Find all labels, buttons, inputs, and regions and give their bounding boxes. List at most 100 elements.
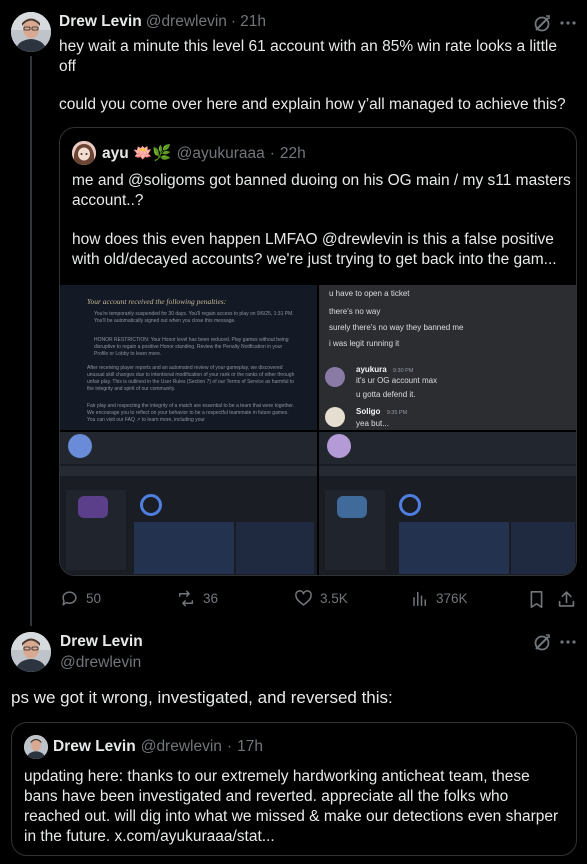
quote-timestamp[interactable]: 22h (280, 145, 306, 163)
chat-time: 9:35 PM (386, 410, 408, 416)
media-profile-screenshot-1[interactable] (60, 432, 317, 575)
author-name[interactable]: Drew Levin (59, 13, 142, 31)
chat-line: surely there's no way they banned me (329, 323, 464, 332)
quote-author-name[interactable]: ayu 🪷🌿 (102, 144, 172, 163)
more-icon[interactable] (560, 640, 576, 644)
quote-header: Drew Levin @drewlevin · 17h (53, 738, 263, 756)
repost-icon (176, 589, 196, 608)
tweet-text-line: hey wait a minute this level 61 account … (59, 38, 557, 55)
quote-avatar[interactable] (72, 141, 96, 165)
tweet-text-line: off (59, 58, 76, 75)
quote-text: updating here: thanks to our extremely h… (24, 767, 572, 847)
separator-dot: · (226, 738, 233, 755)
chat-message-header: Soligo 9:35 PM (356, 407, 407, 416)
quote-avatar-image (24, 735, 48, 759)
profile-icon (68, 434, 92, 458)
quote-author-handle[interactable]: @drewlevin (141, 738, 222, 756)
quote-author-handle[interactable]: @ayukuraaa (177, 145, 265, 163)
profile-match-list (511, 522, 575, 574)
quote-author-name[interactable]: Drew Levin (53, 738, 136, 756)
views-button[interactable]: 376K (411, 589, 468, 608)
chat-line: u have to open a ticket (329, 289, 410, 298)
author-name[interactable]: Drew Levin (60, 633, 143, 651)
penalty-title: Your account received the following pena… (87, 297, 227, 306)
chat-line: u gotta defend it. (356, 390, 416, 399)
avatar-image (11, 12, 51, 52)
chat-line: it's ur OG account max (356, 376, 438, 385)
chat-message-header: ayukura 9:30 PM (356, 365, 413, 374)
reply-button[interactable]: 50 (60, 589, 101, 608)
quote-text-line: updating here: thanks to our extremely h… (24, 768, 530, 785)
chat-avatar (325, 407, 345, 427)
penalty-bullet-1: You're temporarily suspended for 30 days… (94, 311, 294, 324)
quote-text: me and @soligoms got banned duoing on hi… (72, 171, 572, 270)
author-avatar[interactable] (11, 632, 51, 672)
chat-line: there's no way (329, 307, 381, 316)
quote-text-line: with old/decayed accounts? we're just tr… (72, 251, 557, 268)
quote-text-line: account..? (72, 192, 144, 209)
like-icon (294, 589, 313, 608)
chat-time: 9:30 PM (392, 368, 414, 374)
reply-count: 50 (86, 591, 102, 606)
profile-banner (60, 432, 317, 464)
tweet-text: hey wait a minute this level 61 account … (59, 37, 579, 115)
author-handle[interactable]: @drewlevin (60, 654, 141, 672)
share-icon[interactable] (557, 589, 576, 609)
quote-text-line: in the future. x.com/ayukuraaa/stat... (24, 828, 275, 845)
bookmark-icon[interactable] (528, 590, 545, 609)
more-icon[interactable] (560, 21, 576, 25)
media-penalty-screenshot[interactable]: Your account received the following pena… (60, 285, 317, 430)
quote-text-line: reached out. will dig into what we misse… (24, 808, 559, 825)
quote-timestamp[interactable]: 17h (237, 738, 263, 756)
chat-avatar (325, 367, 345, 387)
author-avatar[interactable] (11, 12, 51, 52)
tweet-1[interactable]: Drew Levin @drewlevin · 21h hey wait a m… (0, 0, 587, 626)
chat-username: Soligo (356, 407, 381, 416)
tweet-text-line: could you come over here and explain how… (59, 96, 566, 113)
media-chat-screenshot[interactable]: u have to open a ticket there's no way s… (319, 285, 576, 430)
profile-rank-emblem (337, 496, 367, 518)
media-profile-screenshot-2[interactable] (319, 432, 576, 575)
profile-tabs (60, 466, 317, 476)
profile-match-list (134, 522, 234, 574)
chat-username: ayukura (356, 365, 387, 374)
thread-line (30, 56, 32, 626)
profile-rank-emblem (78, 496, 108, 518)
avatar-image (11, 632, 51, 672)
author-handle[interactable]: @drewlevin (146, 13, 227, 31)
penalty-paragraph-2: Fair play and respecting the integrity o… (87, 403, 295, 423)
like-count: 3.5K (320, 591, 348, 606)
repost-count: 36 (203, 591, 219, 606)
like-button[interactable]: 3.5K (294, 589, 348, 608)
profile-winrate-ring (399, 494, 421, 516)
quote-text-line: bans have been investigated and reverted… (24, 788, 509, 805)
quote-avatar-image (72, 141, 96, 165)
quote-text-line: me and @soligoms got banned duoing on hi… (72, 172, 571, 189)
profile-winrate-ring (140, 494, 162, 516)
tweet-2[interactable]: Drew Levin @drewlevin ps we got it wrong… (0, 622, 587, 864)
profile-banner (319, 432, 576, 464)
penalty-bullet-2: HONOR RESTRICTION: Your Honor level has … (94, 337, 289, 357)
quoted-tweet[interactable]: ayu 🪷🌿 @ayukuraaa · 22h me and @soligoms… (59, 127, 577, 576)
quote-text-line: how does this even happen LMFAO @drewlev… (72, 231, 554, 248)
timestamp[interactable]: 21h (240, 13, 266, 31)
grok-icon[interactable] (532, 633, 552, 653)
grok-icon[interactable] (532, 14, 552, 34)
separator-dot: · (269, 144, 275, 162)
tweet-header: Drew Levin @drewlevin · 21h (59, 13, 266, 31)
views-icon (411, 589, 429, 608)
penalty-paragraph-1: After receiving player reports and an au… (87, 365, 295, 392)
repost-button[interactable]: 36 (176, 589, 218, 608)
profile-match-list (399, 522, 509, 574)
profile-match-list (236, 522, 314, 574)
quote-avatar[interactable] (24, 735, 48, 759)
profile-tabs (319, 466, 576, 476)
chat-line: yea but... (356, 419, 389, 428)
chat-line: i was legit running it (329, 339, 400, 348)
quoted-tweet[interactable]: Drew Levin @drewlevin · 17h updating her… (11, 722, 577, 856)
reply-icon (60, 589, 79, 608)
views-count: 376K (436, 591, 468, 606)
media-grid[interactable]: Your account received the following pena… (60, 285, 576, 575)
tweet-text: ps we got it wrong, investigated, and re… (11, 688, 393, 707)
quote-header: ayu 🪷🌿 @ayukuraaa · 22h (102, 144, 306, 163)
